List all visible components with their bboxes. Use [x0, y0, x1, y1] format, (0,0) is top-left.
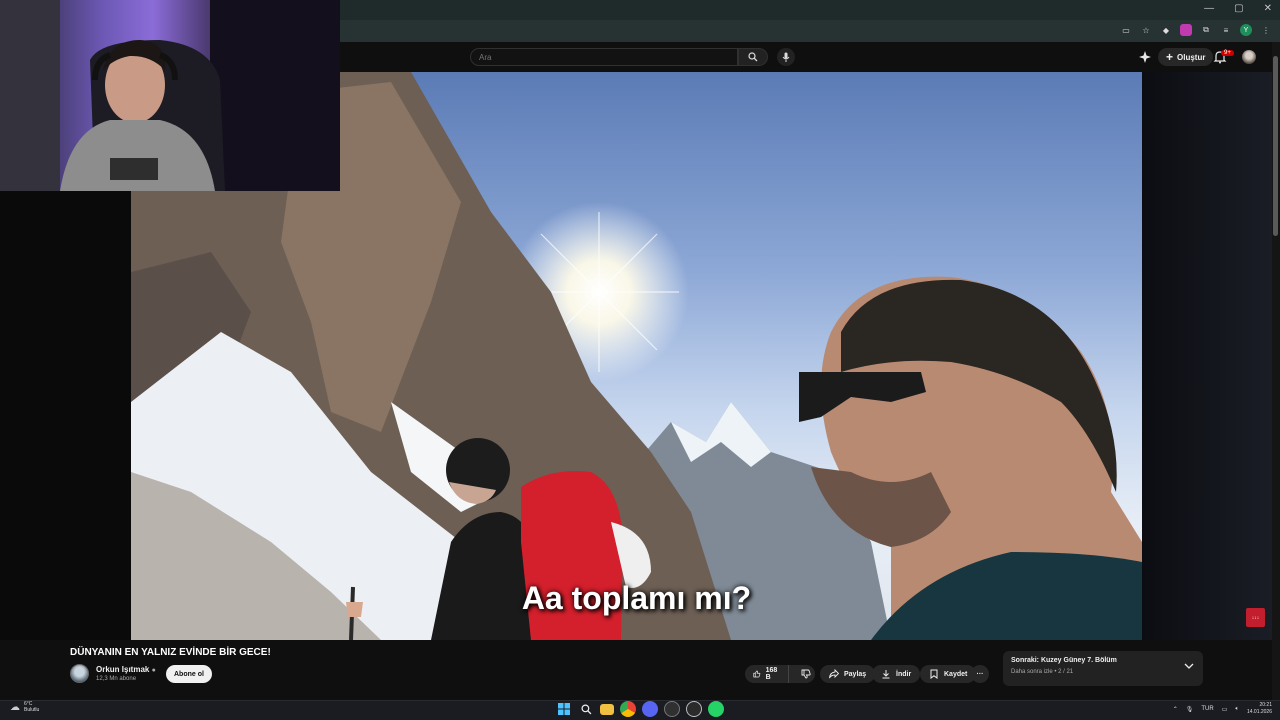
network-icon[interactable]: ▭ — [1222, 706, 1228, 713]
weather-cloud-icon: ☁ — [10, 701, 20, 713]
clock-time: 20:21 — [1259, 702, 1272, 708]
channel-avatar[interactable] — [70, 664, 89, 683]
download-button[interactable]: İndir — [872, 665, 921, 683]
microphone-tray-icon[interactable]: 🎙︎ — [1186, 706, 1194, 713]
minimize-button[interactable]: — — [1204, 3, 1214, 14]
webcam-overlay — [0, 0, 340, 191]
discord-icon[interactable] — [642, 701, 658, 717]
like-button[interactable]: 168 B — [745, 665, 789, 683]
extension-icon[interactable] — [1180, 24, 1192, 36]
maximize-button[interactable]: ▢ — [1234, 3, 1243, 14]
whatsapp-icon[interactable] — [708, 701, 724, 717]
profile-avatar-icon[interactable]: Y — [1240, 24, 1252, 36]
microphone-icon — [782, 52, 790, 62]
streamer-illustration — [0, 0, 340, 191]
next-video-card[interactable]: Sonraki: Kuzey Güney 7. Bölüm Daha sonra… — [1003, 651, 1203, 686]
clock-date: 14.01.2026 — [1246, 709, 1272, 715]
like-dislike-group: 168 B — [745, 665, 815, 683]
browser-extensions: ▭ ☆ ◆ ⧉ ≡ Y ⋮ — [1120, 24, 1272, 36]
window-controls: — ▢ ✕ — [1204, 3, 1272, 14]
download-label: İndir — [896, 670, 912, 678]
video-title: DÜNYANIN EN YALNIZ EVİNDE BİR GECE! — [70, 647, 271, 658]
tab-search-icon[interactable]: ≡ — [1220, 24, 1232, 36]
star-bookmark-icon[interactable]: ☆ — [1140, 24, 1152, 36]
bookmark-icon — [930, 669, 938, 679]
chevron-down-icon[interactable] — [1184, 662, 1194, 670]
video-subtitle-caption: Aa toplamı mı? — [521, 580, 752, 616]
share-label: Paylaş — [844, 670, 867, 678]
save-button[interactable]: Kaydet — [920, 665, 977, 683]
more-actions-button[interactable]: ··· — [971, 665, 989, 683]
taskbar-search-icon[interactable] — [578, 701, 594, 717]
search-icon — [748, 52, 758, 62]
channel-name[interactable]: Orkun Işıtmak ● — [96, 665, 156, 674]
player-side-gradient — [1142, 72, 1272, 640]
create-button[interactable]: + Oluştur — [1158, 48, 1214, 66]
thumbs-down-icon — [801, 669, 811, 679]
create-label: Oluştur — [1177, 52, 1206, 62]
language-indicator[interactable]: TUR — [1201, 706, 1213, 712]
app-icon[interactable] — [664, 701, 680, 717]
notification-badge: 9+ — [1221, 50, 1234, 56]
thumbs-up-icon — [753, 670, 761, 678]
subscriber-count: 12,3 Mn abone — [96, 676, 137, 682]
search-input[interactable]: Ara — [470, 48, 738, 66]
chevron-up-icon[interactable]: ⌃ — [1173, 706, 1178, 713]
dislike-button[interactable] — [794, 665, 818, 683]
close-window-button[interactable]: ✕ — [1264, 3, 1272, 14]
diamond-extension-icon[interactable]: ◆ — [1160, 24, 1172, 36]
next-video-subtitle: Daha sonra izle • 2 / 21 — [1011, 669, 1074, 675]
next-video-title: Sonraki: Kuzey Güney 7. Bölüm — [1011, 657, 1117, 664]
account-avatar[interactable] — [1242, 50, 1256, 64]
clock[interactable]: 20:21 14.01.2026 — [1247, 702, 1272, 716]
share-button[interactable]: Paylaş — [820, 665, 876, 683]
share-arrow-icon — [829, 669, 839, 679]
like-count: 168 B — [765, 667, 778, 681]
volume-icon[interactable]: 🔈︎ — [1235, 706, 1239, 713]
plus-icon: + — [1166, 50, 1174, 64]
search-button[interactable] — [738, 48, 768, 66]
windows-start-icon[interactable] — [556, 701, 572, 717]
obs-icon[interactable] — [686, 701, 702, 717]
cast-icon[interactable]: ▭ — [1120, 24, 1132, 36]
scrollbar-thumb[interactable] — [1273, 56, 1278, 236]
chrome-icon[interactable] — [620, 701, 636, 717]
sparkle-icon[interactable] — [1139, 51, 1151, 63]
download-icon — [882, 670, 890, 679]
weather-description: Bulutlu — [24, 707, 40, 713]
channel-name-text: Orkun Işıtmak — [96, 665, 150, 674]
system-tray: ⌃ 🎙︎ TUR ▭ 🔈︎ 20:21 14.01.2026 — [1173, 702, 1272, 716]
save-label: Kaydet — [944, 670, 968, 678]
subscribe-button[interactable]: Abone ol — [166, 665, 212, 683]
puzzle-extensions-icon[interactable]: ⧉ — [1200, 24, 1212, 36]
verified-icon: ● — [151, 667, 156, 674]
voice-search-button[interactable] — [777, 48, 795, 66]
taskbar-pinned-apps — [556, 701, 724, 717]
channel-watermark-logo[interactable]: ↓↓↓ — [1246, 608, 1265, 627]
kebab-menu-icon[interactable]: ⋮ — [1260, 24, 1272, 36]
file-explorer-icon[interactable] — [600, 703, 614, 715]
weather-widget[interactable]: ☁ 6°C Bulutlu — [10, 701, 39, 713]
